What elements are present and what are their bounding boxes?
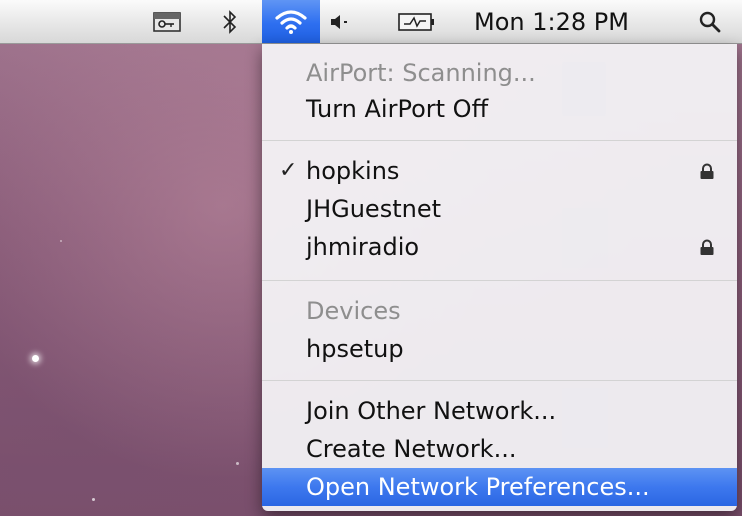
bluetooth-menu-extra[interactable] <box>212 0 248 43</box>
lock-icon <box>700 239 714 255</box>
network-item-jhmiradio[interactable]: jhmiradio <box>262 228 737 266</box>
open-network-preferences-item[interactable]: Open Network Preferences... <box>262 468 737 506</box>
airport-status: AirPort: Scanning... <box>306 59 536 87</box>
wifi-icon <box>275 9 307 34</box>
airport-dropdown-menu: AirPort: Scanning... Turn AirPort Off ✓ … <box>262 44 737 511</box>
bluetooth-icon <box>223 9 237 34</box>
lock-icon <box>700 163 714 179</box>
devices-header: Devices <box>306 297 401 325</box>
spotlight-button[interactable] <box>688 0 732 43</box>
spotlight-search-icon <box>699 11 721 32</box>
airport-menu-extra[interactable] <box>262 0 320 43</box>
menu-separator <box>262 380 737 381</box>
checkmark-icon: ✓ <box>279 158 298 183</box>
network-item-jhguestnet[interactable]: JHGuestnet <box>262 190 737 228</box>
star-decoration <box>92 498 95 501</box>
menu-separator <box>262 280 737 281</box>
network-name: JHGuestnet <box>306 195 441 223</box>
menu-separator <box>262 140 737 141</box>
create-network-item[interactable]: Create Network... <box>262 430 737 468</box>
battery-icon <box>398 12 434 31</box>
network-item-hopkins[interactable]: ✓ hopkins <box>262 152 737 190</box>
network-name: hopkins <box>306 157 400 185</box>
volume-icon <box>331 14 347 29</box>
menubar-clock[interactable]: Mon 1:28 PM <box>466 0 656 43</box>
keychain-icon <box>153 11 181 32</box>
turn-airport-off-item[interactable]: Turn AirPort Off <box>262 90 737 128</box>
join-other-network-item[interactable]: Join Other Network... <box>262 392 737 430</box>
battery-menu-extra[interactable] <box>384 0 450 43</box>
device-item-hpsetup[interactable]: hpsetup <box>262 330 737 368</box>
network-name: jhmiradio <box>306 233 420 261</box>
volume-menu-extra[interactable] <box>320 0 360 43</box>
star-decoration <box>236 462 239 465</box>
star-decoration <box>60 240 62 242</box>
keychain-menu-extra[interactable] <box>145 0 189 43</box>
star-decoration <box>32 355 39 362</box>
menu-bar: Mon 1:28 PM <box>0 0 742 44</box>
